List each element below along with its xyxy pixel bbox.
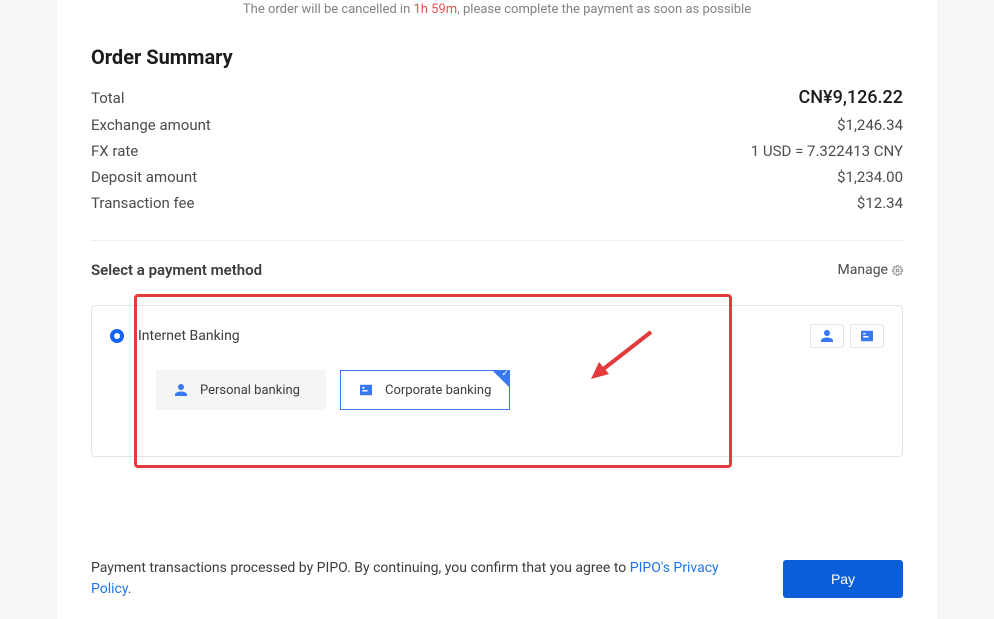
payment-method-card[interactable]: Internet Banking Personal banking Corpor… [91, 305, 903, 457]
order-summary-title: Order Summary [91, 45, 903, 69]
summary-label: Deposit amount [91, 168, 197, 186]
person-icon [172, 381, 190, 399]
radio-selected[interactable] [110, 329, 124, 343]
personal-banking-label: Personal banking [200, 383, 300, 398]
summary-row: Deposit amount $1,234.00 [91, 168, 903, 186]
summary-label: Total [91, 89, 125, 107]
summary-label: Transaction fee [91, 194, 194, 212]
corporate-banking-label: Corporate banking [385, 383, 491, 398]
cancellation-warning: The order will be cancelled in 1h 59m, p… [91, 0, 903, 45]
personal-banking-option[interactable]: Personal banking [156, 370, 326, 410]
transaction-disclosure: Payment transactions processed by PIPO. … [91, 558, 731, 601]
summary-row: Transaction fee $12.34 [91, 194, 903, 212]
summary-value: $12.34 [857, 194, 903, 212]
summary-row: FX rate 1 USD = 7.322413 CNY [91, 142, 903, 160]
summary-value: $1,234.00 [837, 168, 903, 186]
summary-row: Exchange amount $1,246.34 [91, 116, 903, 134]
manage-link[interactable]: Manage [838, 262, 903, 278]
personal-bank-badge-icon [810, 324, 844, 348]
pay-button[interactable]: Pay [783, 560, 903, 598]
summary-label: FX rate [91, 142, 138, 160]
payment-method-name: Internet Banking [138, 328, 240, 344]
corporate-banking-option[interactable]: Corporate banking [340, 370, 510, 410]
summary-value: 1 USD = 7.322413 CNY [751, 142, 903, 160]
divider [91, 240, 903, 241]
payment-method-badges [810, 324, 884, 348]
countdown-time: 1h 59m [413, 2, 457, 17]
gear-icon [892, 265, 903, 276]
corporate-bank-badge-icon [850, 324, 884, 348]
summary-label: Exchange amount [91, 116, 211, 134]
summary-value: $1,246.34 [837, 116, 903, 134]
payment-method-title: Select a payment method [91, 261, 262, 279]
summary-row-total: Total CN¥9,126.22 [91, 87, 903, 108]
selected-check-icon [492, 370, 510, 388]
summary-value: CN¥9,126.22 [799, 87, 904, 108]
corporate-icon [357, 381, 375, 399]
